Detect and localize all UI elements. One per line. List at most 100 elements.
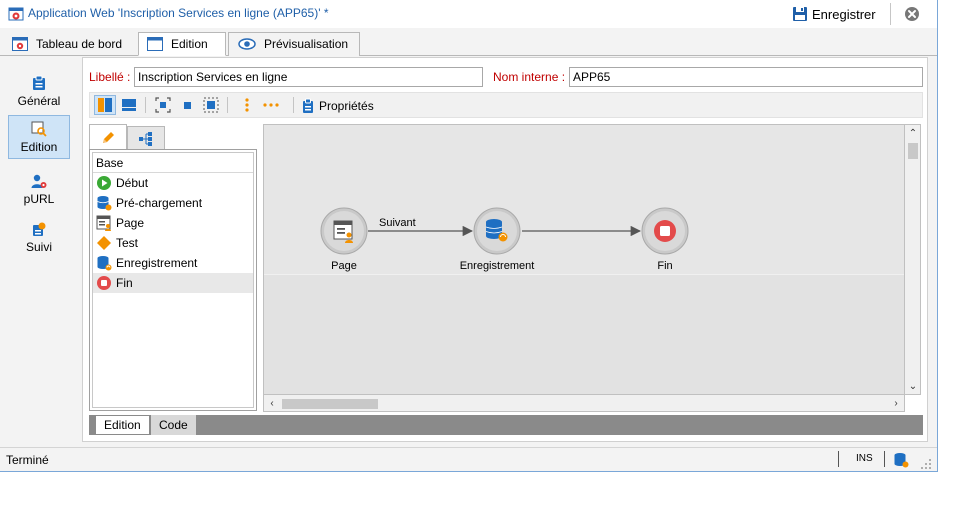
libelle-label: Libellé : <box>89 70 131 84</box>
horizontal-layout-button[interactable] <box>118 95 140 115</box>
tab-edition-label: Edition <box>171 37 208 51</box>
palette-header: Base <box>93 153 253 173</box>
web-app-icon <box>8 7 24 21</box>
zoom-selection-button[interactable] <box>200 95 222 115</box>
palette-item-label: Fin <box>116 276 133 290</box>
libelle-input[interactable] <box>134 67 483 87</box>
palette-item-start[interactable]: Début <box>93 173 253 193</box>
tree-structure-icon <box>139 131 152 146</box>
palette-tab-tree[interactable] <box>127 126 165 150</box>
status-bar: Terminé INS <box>0 447 937 471</box>
purl-user-icon <box>31 174 47 188</box>
columns-layout-icon <box>98 98 112 112</box>
horizontal-dots-icon <box>263 103 279 107</box>
nav-item-suivi[interactable]: Suivi <box>8 215 70 259</box>
database-status-icon <box>894 453 909 468</box>
save-button[interactable]: Enregistrer <box>792 4 876 24</box>
fit-icon <box>155 97 171 113</box>
palette-item-test[interactable]: Test <box>93 233 253 253</box>
editor-toolbar: Propriétés <box>89 92 923 118</box>
tab-preview[interactable]: Prévisualisation <box>230 32 356 56</box>
resize-grip-icon[interactable] <box>920 458 932 470</box>
tab-bottom-edition[interactable]: Edition <box>95 415 150 435</box>
scroll-down-icon[interactable]: ⌄ <box>905 378 921 394</box>
toolbar-separator <box>293 97 294 113</box>
frame-icon <box>203 97 219 113</box>
status-separator <box>884 451 885 467</box>
nav-item-edition[interactable]: Edition <box>8 115 70 159</box>
node-end[interactable]: Fin <box>641 207 689 272</box>
save-label: Enregistrer <box>812 6 876 22</box>
insert-mode-indicator: INS <box>856 453 873 464</box>
vertical-align-button[interactable] <box>236 95 258 115</box>
properties-label: Propriétés <box>319 99 374 113</box>
tab-dashboard-label: Tableau de bord <box>36 37 123 51</box>
palette-item-label: Page <box>116 216 145 230</box>
tab-bottom-code[interactable]: Code <box>151 415 196 435</box>
square-icon <box>184 102 191 109</box>
node-save[interactable]: Enregistrement <box>460 207 535 272</box>
title-bar: Application Web 'Inscription Services en… <box>0 0 937 28</box>
scroll-up-icon[interactable]: ⌃ <box>905 125 921 141</box>
palette-item-preload[interactable]: Pré-chargement <box>93 193 253 213</box>
activity-palette: Base Début Pré-chargement Page Test Enre… <box>89 149 257 411</box>
zoom-fit-button[interactable] <box>152 95 174 115</box>
editor-mode-tabs: Edition Code <box>89 415 923 435</box>
end-stop-icon <box>654 220 676 242</box>
palette-tab-activities[interactable] <box>89 124 127 150</box>
palette-item-label: Enregistrement <box>116 256 198 270</box>
test-diamond-icon <box>97 236 111 250</box>
node-page[interactable]: Page <box>320 207 368 272</box>
horizontal-align-button[interactable] <box>260 95 282 115</box>
toolbar-separator <box>145 97 146 113</box>
page-form-icon <box>96 215 111 231</box>
close-icon[interactable] <box>904 6 920 22</box>
nav-item-general[interactable]: Général <box>8 69 70 113</box>
tab-dashboard[interactable]: Tableau de bord <box>4 32 130 56</box>
palette-item-page[interactable]: Page <box>93 213 253 233</box>
application-window: Application Web 'Inscription Services en… <box>0 0 938 472</box>
tab-bottom-code-label: Code <box>159 418 188 432</box>
nav-general-label: Général <box>17 93 61 108</box>
workflow-canvas[interactable]: Suivant Page Enregistrement Fin <box>263 124 905 395</box>
palette-item-label: Pré-chargement <box>116 196 203 210</box>
palette-item-end[interactable]: Fin <box>93 273 253 293</box>
nav-purl-label: pURL <box>23 191 55 206</box>
nav-edition-label: Edition <box>20 139 58 154</box>
palette-tabs <box>89 124 259 150</box>
nav-suivi-label: Suivi <box>25 239 52 254</box>
window-title: Application Web 'Inscription Services en… <box>28 6 329 20</box>
tab-preview-label: Prévisualisation <box>264 37 349 51</box>
palette-item-label: Test <box>116 236 139 250</box>
window-icon <box>147 37 163 51</box>
scroll-left-icon[interactable]: ‹ <box>264 395 280 411</box>
palette-item-save[interactable]: Enregistrement <box>93 253 253 273</box>
main-content: Libellé : Nom interne : <box>82 57 928 442</box>
eye-icon <box>238 38 256 50</box>
edit-search-icon <box>31 121 47 137</box>
workflow-diagram: Suivant Page Enregistrement Fin <box>320 207 689 272</box>
tab-bottom-edition-label: Edition <box>104 418 141 432</box>
vertical-scroll-thumb[interactable] <box>908 143 918 159</box>
rows-layout-icon <box>122 99 136 111</box>
scroll-right-icon[interactable]: › <box>888 395 904 411</box>
end-stop-icon <box>97 276 111 290</box>
node-label: Fin <box>657 260 672 272</box>
horizontal-scrollbar[interactable]: ‹ › <box>263 395 905 412</box>
vertical-layout-button[interactable] <box>94 95 116 115</box>
status-separator <box>838 451 839 467</box>
toolbar-separator <box>227 97 228 113</box>
tab-edition[interactable]: Edition <box>138 32 226 56</box>
node-label: Enregistrement <box>460 260 535 272</box>
tracking-icon <box>33 222 46 236</box>
properties-icon <box>303 98 313 113</box>
properties-button[interactable]: Propriétés <box>302 96 374 116</box>
horizontal-scroll-thumb[interactable] <box>282 399 378 409</box>
transition-suivant[interactable]: Suivant <box>368 217 474 237</box>
nav-item-purl[interactable]: pURL <box>8 167 70 211</box>
internal-name-label: Nom interne : <box>493 70 566 84</box>
internal-name-input[interactable] <box>569 67 923 87</box>
vertical-scrollbar[interactable]: ⌃ ⌄ <box>905 124 921 395</box>
actual-size-button[interactable] <box>176 95 198 115</box>
palette-list: Base Début Pré-chargement Page Test Enre… <box>92 152 254 408</box>
